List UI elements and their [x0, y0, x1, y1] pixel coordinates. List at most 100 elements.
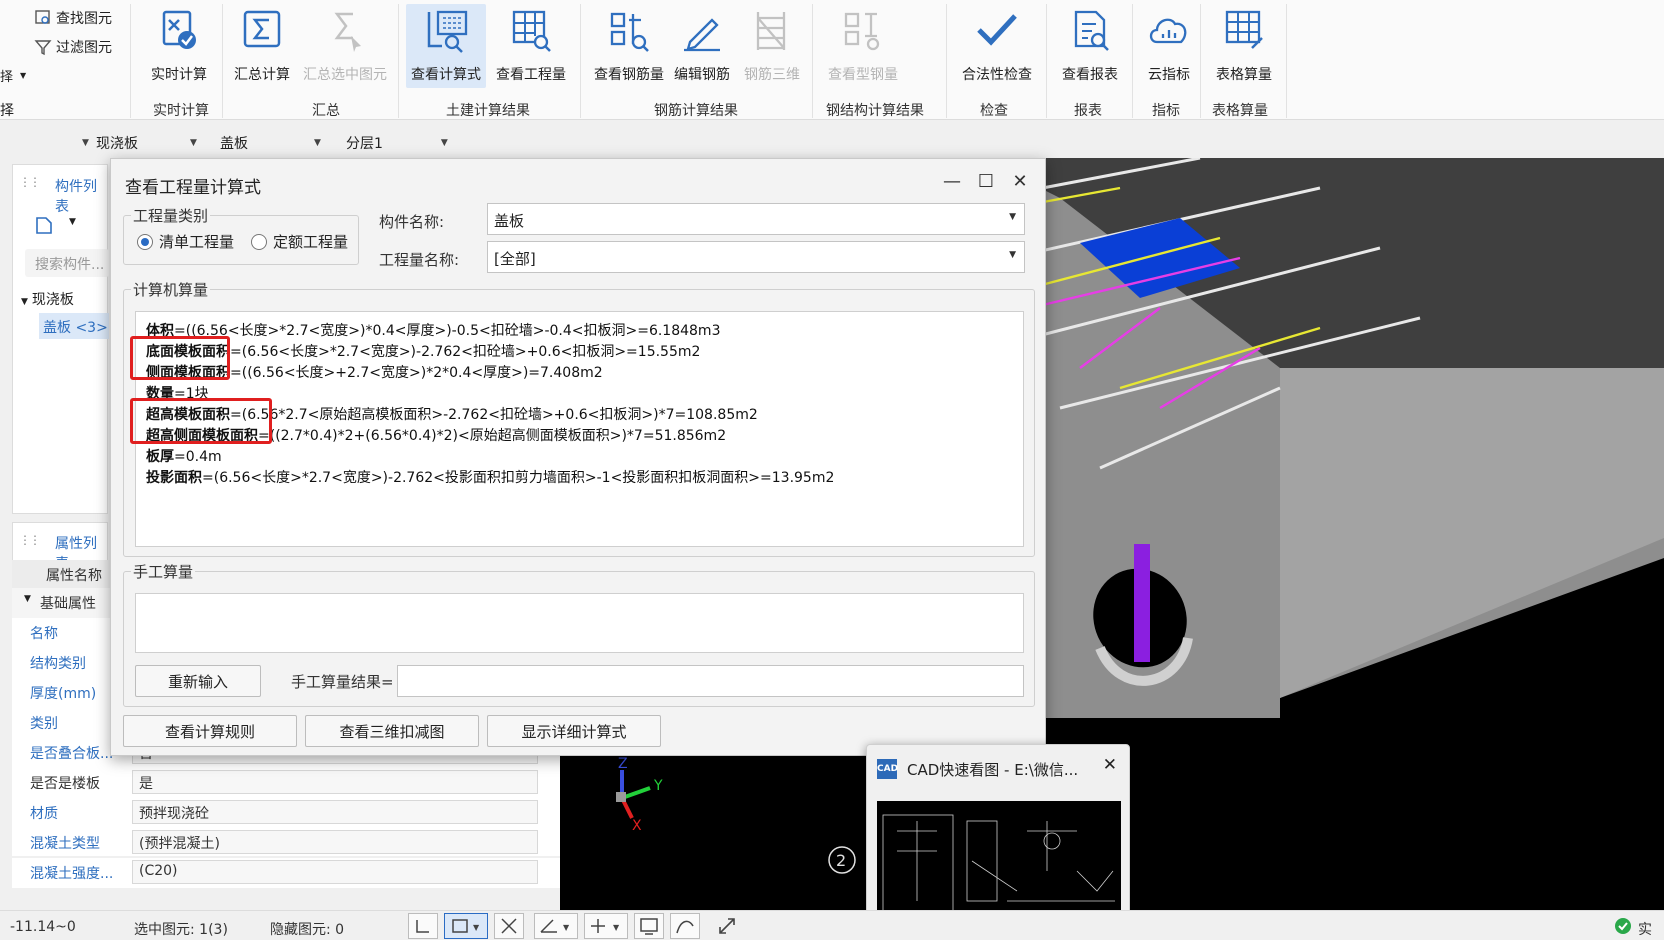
show-detailed-formula-button[interactable]: 显示详细计算式 — [487, 715, 661, 747]
reenter-button[interactable]: 重新输入 — [135, 665, 261, 697]
property-row[interactable]: 混凝土类型 (预拌混凝土) — [12, 828, 560, 857]
sum-calc-label: 汇总计算 — [234, 67, 290, 83]
layer-dropdown[interactable]: 分层1 ▼ — [346, 130, 462, 156]
view-rebar-button[interactable]: 查看钢筋量 — [588, 4, 670, 88]
property-value[interactable]: (C20) — [132, 860, 538, 884]
property-row[interactable]: 是否是楼板是 — [12, 768, 560, 797]
red-highlight-box — [130, 336, 230, 380]
rebar-3d-label: 钢筋三维 — [744, 67, 800, 83]
manual-calc-legend: 手工算量 — [131, 561, 196, 582]
filter-element-button[interactable]: 过滤图元 — [34, 37, 112, 57]
realtime-calc-button[interactable]: 实时计算 — [138, 4, 220, 88]
cross-select-button[interactable] — [494, 913, 524, 939]
axis-gizmo: Z Y X — [616, 756, 663, 834]
display-toggle-button[interactable] — [634, 913, 664, 939]
fullscreen-button[interactable] — [716, 915, 740, 940]
drag-grip-icon[interactable]: ⋮⋮ — [19, 533, 41, 547]
cloud-index-button[interactable]: 云指标 — [1140, 4, 1198, 88]
maximize-button[interactable]: ☐ — [973, 169, 999, 195]
component-dropdown[interactable]: 盖板 ▼ — [220, 130, 336, 156]
group-label-report: 报表 — [1074, 103, 1102, 119]
drag-grip-icon[interactable]: ⋮⋮ — [19, 175, 41, 189]
cad-viewer-thumbnail-popup[interactable]: CAD CAD快速看图 - E:\微信... ✕ — [866, 744, 1130, 934]
curve-icon — [676, 920, 694, 934]
cloud-index-label: 云指标 — [1148, 67, 1190, 83]
minimize-icon: — — [943, 171, 961, 192]
radio-unchecked-icon — [251, 233, 267, 250]
cad-popup-close-button[interactable]: ✕ — [1103, 755, 1117, 775]
group-separator — [946, 4, 947, 118]
quantity-name-combo[interactable]: [全部] ▼ — [487, 241, 1025, 273]
view-rebar-label: 查看钢筋量 — [594, 67, 664, 83]
formula-line[interactable]: 板厚=0.4m — [146, 446, 222, 466]
group-separator — [1286, 4, 1287, 118]
new-component-button[interactable]: ▼ — [27, 209, 107, 241]
property-value[interactable]: 是 — [132, 770, 538, 794]
chevron-down-icon: ▼ — [1009, 250, 1016, 260]
expand-icon — [719, 918, 735, 934]
select-dropdown[interactable]: 择 ▼ — [0, 66, 26, 85]
group-label-rebar-results: 钢筋计算结果 — [654, 103, 738, 119]
find-element-label: 查找图元 — [56, 11, 112, 27]
property-value[interactable]: 预拌现浇砼 — [132, 800, 538, 824]
group-separator — [1200, 4, 1201, 118]
quantity-type-legend: 工程量类别 — [131, 205, 211, 226]
manual-result-input[interactable] — [397, 665, 1024, 697]
sum-selected-icon — [334, 12, 361, 52]
cad-app-icon: CAD — [877, 759, 898, 779]
validity-check-button[interactable]: 合法性检查 — [954, 4, 1040, 88]
close-icon: ✕ — [1012, 171, 1028, 192]
floor-dropdown[interactable]: ▼ — [76, 130, 90, 156]
rebar-3d-button[interactable]: 钢筋三维 — [740, 4, 804, 88]
component-name-label: 构件名称: — [379, 213, 445, 231]
find-element-button[interactable]: 查找图元 — [34, 8, 112, 28]
status-ok-indicator — [1614, 917, 1632, 939]
curve-tool-button[interactable] — [670, 913, 700, 939]
close-button[interactable]: ✕ — [1007, 169, 1033, 195]
component-search-input[interactable]: 搜索构件... — [25, 249, 109, 277]
group-label-realtime: 实时计算 — [153, 103, 209, 119]
coordinate-readout: -11.14~0 — [10, 919, 76, 935]
tree-item-slab[interactable]: ▼ 现浇板 — [21, 289, 74, 309]
view-report-button[interactable]: 查看报表 — [1054, 4, 1126, 88]
sum-calc-icon — [243, 10, 281, 48]
view-3d-deduction-button[interactable]: 查看三维扣减图 — [305, 715, 479, 747]
property-value[interactable]: (预拌混凝土) — [132, 830, 538, 854]
minimize-button[interactable]: — — [939, 169, 965, 195]
group-separator — [222, 4, 223, 118]
property-row[interactable]: 混凝土强度... (C20) — [12, 858, 560, 888]
view-quantity-button[interactable]: 查看工程量 — [490, 4, 572, 88]
category-dropdown[interactable]: 现浇板 ▼ — [96, 130, 212, 156]
manual-calc-input[interactable] — [135, 593, 1024, 653]
select-mode-button[interactable]: ▼ — [444, 913, 488, 939]
ortho-toggle-button[interactable] — [408, 913, 438, 939]
formula-line[interactable]: 体积=((6.56<长度>*2.7<宽度>)*0.4<厚度>)-0.5<扣砼墙>… — [146, 320, 720, 340]
bill-quantity-radio[interactable]: 清单工程量 — [137, 231, 234, 252]
view-formula-button[interactable]: 查看计算式 — [406, 4, 486, 88]
cad-drawing-thumbnail[interactable] — [877, 801, 1121, 923]
table-calc-button[interactable]: 表格算量 — [1206, 4, 1282, 88]
axis-x-label: X — [632, 818, 642, 834]
view-calc-rules-button[interactable]: 查看计算规则 — [123, 715, 297, 747]
sum-calc-button[interactable]: 汇总计算 — [230, 4, 294, 88]
view-steel-button[interactable]: 查看型钢量 — [818, 4, 908, 88]
edit-rebar-button[interactable]: 编辑钢筋 — [670, 4, 734, 88]
new-file-icon — [36, 217, 52, 234]
svg-text:▼: ▼ — [473, 923, 480, 932]
grid-axis-number: 2 — [836, 851, 846, 870]
angle-snap-button[interactable]: ▼ — [534, 913, 578, 939]
formula-line[interactable]: 投影面积=(6.56<长度>*2.7<宽度>)-2.762<投影面积扣剪力墙面积… — [146, 467, 834, 487]
property-row[interactable]: 材质 预拌现浇砼 — [12, 798, 560, 827]
component-name-combo[interactable]: 盖板 ▼ — [487, 203, 1025, 235]
tree-item-cover-slab[interactable]: 盖板 <3> — [39, 313, 109, 339]
chevron-down-icon: ▼ — [440, 138, 448, 148]
chevron-down-icon: ▼ — [190, 138, 197, 148]
red-highlight-box — [130, 398, 272, 444]
view-formula-label: 查看计算式 — [411, 67, 481, 83]
sum-selected-button[interactable]: 汇总选中图元 — [300, 4, 390, 88]
offset-snap-button[interactable]: ▼ — [584, 913, 628, 939]
group-label-sum: 汇总 — [312, 103, 340, 119]
formula-text-area[interactable]: 体积=((6.56<长度>*2.7<宽度>)*0.4<厚度>)-0.5<扣砼墙>… — [130, 311, 1024, 547]
maximize-icon: ☐ — [977, 171, 995, 192]
quota-quantity-radio[interactable]: 定额工程量 — [251, 231, 348, 252]
